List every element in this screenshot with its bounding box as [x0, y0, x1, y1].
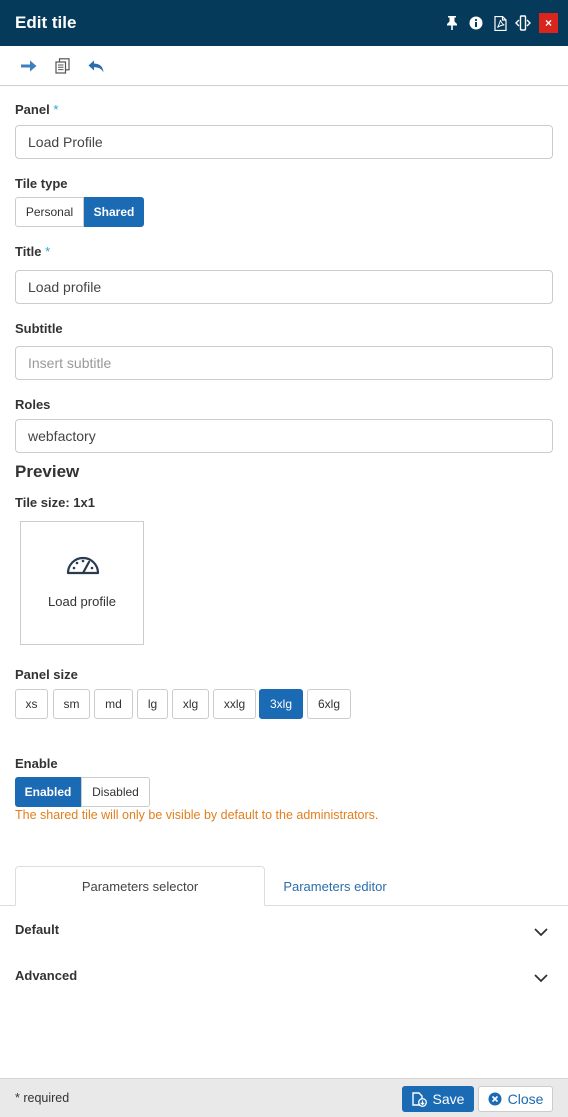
- section-default-label: Default: [15, 922, 60, 937]
- enable-label: Enable: [15, 756, 58, 771]
- toolbar: [0, 46, 568, 86]
- footer: * required Save Close: [0, 1078, 568, 1117]
- save-button[interactable]: Save: [402, 1086, 474, 1112]
- roles-label: Roles: [15, 397, 51, 412]
- tab-parameters-editor[interactable]: Parameters editor: [266, 866, 404, 906]
- preview-heading: Preview: [15, 462, 80, 481]
- required-mark: *: [45, 244, 51, 259]
- tile-size-label: Tile size: 1x1: [15, 495, 95, 510]
- panel-size-sm-button[interactable]: sm: [53, 689, 90, 719]
- section-advanced[interactable]: Advanced: [15, 968, 553, 998]
- close-circle-icon: [488, 1092, 502, 1106]
- enable-toggle: Enabled Disabled: [15, 777, 150, 807]
- panel-label: Panel *: [15, 102, 59, 117]
- tile-type-shared-button[interactable]: Shared: [84, 197, 144, 227]
- pdf-icon[interactable]: [491, 14, 509, 32]
- section-advanced-label: Advanced: [15, 968, 78, 983]
- panel-size-xlg-button[interactable]: xlg: [172, 689, 209, 719]
- window-title: Edit tile: [15, 13, 77, 32]
- subtitle-label: Subtitle: [15, 321, 63, 336]
- speedometer-icon: [66, 556, 100, 575]
- save-doc-icon: [411, 1091, 427, 1107]
- copy-icon[interactable]: [53, 57, 71, 75]
- disabled-button[interactable]: Disabled: [81, 777, 150, 807]
- window-header: Edit tile ×: [0, 0, 568, 46]
- tile-type-personal-button[interactable]: Personal: [15, 197, 84, 227]
- tile-preview-label: Load profile: [48, 594, 116, 609]
- panel-size-md-button[interactable]: md: [94, 689, 133, 719]
- expand-width-icon[interactable]: [514, 14, 532, 32]
- panel-size-xxlg-button[interactable]: xxlg: [213, 689, 256, 719]
- close-label: Close: [507, 1091, 544, 1107]
- tile-type-toggle: Personal Shared: [15, 197, 144, 227]
- shared-tile-warning: The shared tile will only be visible by …: [15, 808, 379, 822]
- panel-size-lg-button[interactable]: lg: [137, 689, 168, 719]
- save-label: Save: [432, 1091, 465, 1107]
- panel-size-3xlg-button[interactable]: 3xlg: [259, 689, 303, 719]
- close-button[interactable]: Close: [478, 1086, 553, 1112]
- window-close-button[interactable]: ×: [539, 13, 558, 33]
- arrow-right-icon[interactable]: [20, 57, 38, 75]
- tab-parameters-selector[interactable]: Parameters selector: [15, 866, 265, 906]
- required-note: * required: [15, 1091, 70, 1105]
- chevron-down-icon: [534, 928, 548, 937]
- section-default[interactable]: Default: [15, 922, 553, 952]
- reply-icon[interactable]: [87, 57, 105, 75]
- panel-size-xs-button[interactable]: xs: [15, 689, 48, 719]
- panel-input[interactable]: [15, 125, 553, 159]
- panel-size-6xlg-button[interactable]: 6xlg: [307, 689, 351, 719]
- roles-input[interactable]: [15, 419, 553, 453]
- tile-type-label: Tile type: [15, 176, 68, 191]
- chevron-down-icon: [534, 974, 548, 983]
- pin-icon[interactable]: [443, 14, 461, 32]
- info-icon[interactable]: [467, 14, 485, 32]
- title-label: Title *: [15, 244, 51, 259]
- required-mark: *: [53, 102, 59, 117]
- subtitle-input[interactable]: [15, 346, 553, 380]
- panel-size-label: Panel size: [15, 667, 78, 682]
- title-input[interactable]: [15, 270, 553, 304]
- enabled-button[interactable]: Enabled: [15, 777, 81, 807]
- tile-preview[interactable]: Load profile: [20, 521, 144, 645]
